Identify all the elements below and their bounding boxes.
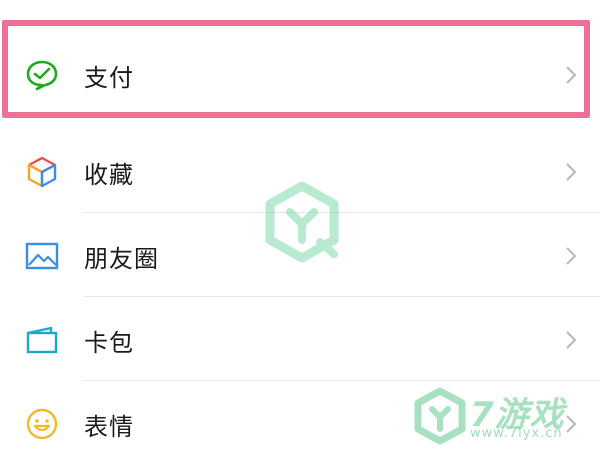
menu-item-favorites[interactable]: 收藏 [0, 130, 600, 214]
chevron-right-icon [564, 245, 578, 267]
menu-item-card-wallet[interactable]: 卡包 [0, 298, 600, 382]
sticker-smile-icon [24, 406, 60, 442]
menu-item-label: 卡包 [84, 328, 134, 357]
card-wallet-icon [24, 322, 60, 358]
chevron-right-icon [564, 64, 578, 86]
menu-item-label: 收藏 [84, 160, 134, 189]
menu-item-label: 支付 [84, 63, 134, 92]
divider [84, 380, 600, 381]
chevron-right-icon [564, 161, 578, 183]
menu-item-label: 表情 [84, 412, 134, 441]
watermark-url: www.7lyx.cn [470, 426, 563, 441]
menu-item-moments[interactable]: 朋友圈 [0, 214, 600, 298]
chevron-right-icon [564, 329, 578, 351]
favorites-cube-icon [24, 154, 60, 190]
menu-item-label: 朋友圈 [84, 244, 159, 273]
moments-picture-icon [24, 238, 60, 274]
divider [84, 296, 600, 297]
menu-item-pay[interactable]: 支付 [0, 33, 600, 117]
wechat-pay-icon [24, 57, 60, 93]
divider [84, 212, 600, 213]
chevron-right-icon [564, 413, 578, 435]
